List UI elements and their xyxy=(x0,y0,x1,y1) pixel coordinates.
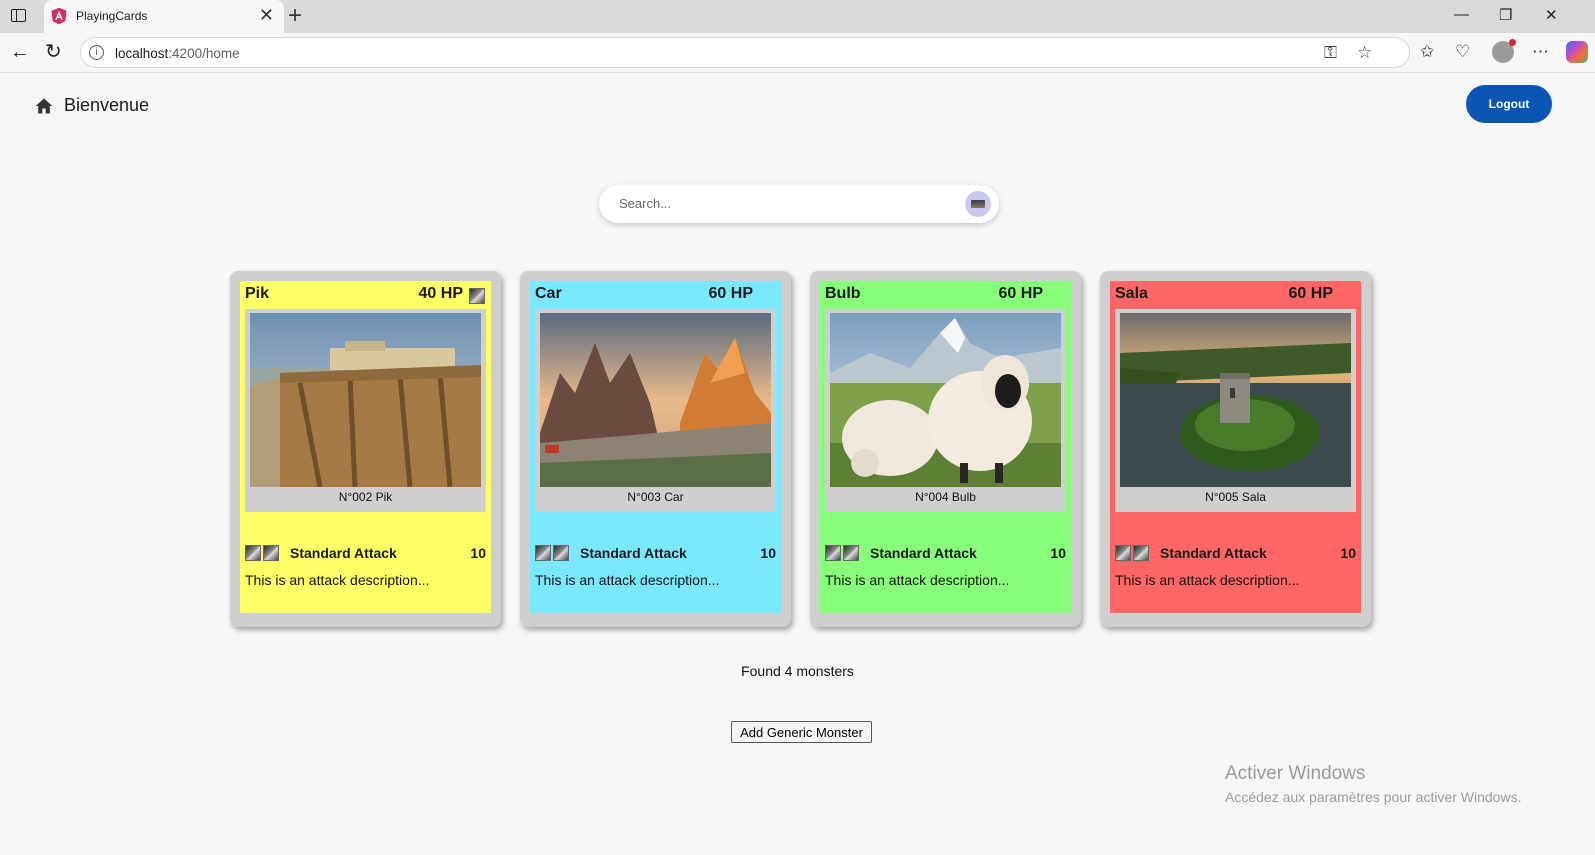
attack-energy-icons xyxy=(245,544,281,562)
image-frame: N°003 Car xyxy=(535,309,776,512)
energy-type-icon xyxy=(1115,545,1131,562)
browser-tab-bar: PlayingCards ✕ + — ❐ ✕ xyxy=(0,0,1595,33)
energy-type-icon xyxy=(535,545,551,562)
monster-number: N°004 Bulb xyxy=(915,490,976,504)
tab-playingcards[interactable]: PlayingCards ✕ xyxy=(44,0,284,33)
energy-type-icon xyxy=(843,545,859,562)
monster-hp: 60 HP xyxy=(998,285,1043,302)
attack-energy-icons xyxy=(535,544,571,562)
address-bar: ← ↻ i localhost:4200/home ⚿ ☆ ✩ ♡ ⋯ xyxy=(0,33,1595,73)
page-content: Bienvenue Logout Search... Pik 40 HP N°0… xyxy=(0,73,1595,855)
mountain-peaks-icon xyxy=(540,313,771,487)
card-body: Pik 40 HP N°002 Pik Standard Attack 10 T… xyxy=(240,281,491,613)
search-input[interactable]: Search... xyxy=(619,196,671,211)
favorite-star-icon[interactable]: ☆ xyxy=(1357,43,1372,63)
monster-hp: 40 HP xyxy=(418,285,463,302)
angular-icon xyxy=(51,7,67,25)
energy-type-icon xyxy=(1133,545,1149,562)
attack-damage: 10 xyxy=(760,545,776,561)
card-body: Car 60 HP N°003 Car Standard Attack 10 T… xyxy=(530,281,781,613)
app-header: Bienvenue xyxy=(34,95,149,116)
attack-damage: 10 xyxy=(1050,545,1066,561)
card-header: Bulb 60 HP xyxy=(825,285,1065,305)
sheep-icon xyxy=(830,313,1061,487)
add-generic-monster-button[interactable]: Add Generic Monster xyxy=(731,721,872,743)
image-frame: N°002 Pik xyxy=(245,309,486,512)
new-tab-icon[interactable]: + xyxy=(288,4,302,28)
attack-name: Standard Attack xyxy=(1160,545,1267,561)
search-bar[interactable]: Search... xyxy=(599,185,999,223)
energy-type-icon xyxy=(263,545,279,562)
attack-description: This is an attack description... xyxy=(245,572,430,588)
restore-icon[interactable]: ❐ xyxy=(1499,6,1512,24)
monster-hp: 60 HP xyxy=(1288,285,1333,302)
monster-name: Car xyxy=(535,285,562,302)
attack-description: This is an attack description... xyxy=(535,572,720,588)
minimize-icon[interactable]: — xyxy=(1454,6,1469,23)
cliff-town-icon xyxy=(250,313,481,487)
card-header: Sala 60 HP xyxy=(1115,285,1355,305)
card-body: Sala 60 HP N°005 Sala Standard Attack 10… xyxy=(1110,281,1361,613)
key-icon[interactable]: ⚿ xyxy=(1324,43,1337,63)
attack-row: Standard Attack 10 xyxy=(535,544,776,562)
logout-button[interactable]: Logout xyxy=(1466,85,1552,123)
copilot-icon[interactable] xyxy=(1566,41,1588,63)
monster-number: N°002 Pik xyxy=(338,490,393,504)
back-icon[interactable]: ← xyxy=(10,41,30,63)
card-header: Pik 40 HP xyxy=(245,285,485,305)
monster-hp: 60 HP xyxy=(708,285,753,302)
attack-damage: 10 xyxy=(1340,545,1356,561)
windows-activation-watermark: Activer Windows Accédez aux paramètres p… xyxy=(1225,763,1521,805)
island-castle-icon xyxy=(1120,313,1351,487)
monster-name: Bulb xyxy=(825,285,861,302)
close-tab-icon[interactable]: ✕ xyxy=(259,6,274,24)
attack-energy-icons xyxy=(1115,544,1151,562)
attack-name: Standard Attack xyxy=(290,545,397,561)
watermark-title: Activer Windows xyxy=(1225,763,1366,784)
url-field[interactable]: i localhost:4200/home ⚿ ☆ xyxy=(80,37,1410,68)
attack-row: Standard Attack 10 xyxy=(1115,544,1356,562)
url-text: localhost:4200/home xyxy=(115,46,240,61)
attack-description: This is an attack description... xyxy=(825,572,1010,588)
attack-energy-icons xyxy=(825,544,861,562)
attack-name: Standard Attack xyxy=(580,545,687,561)
monster-name: Pik xyxy=(245,285,270,302)
image-frame: N°004 Bulb xyxy=(825,309,1066,512)
energy-type-icon xyxy=(245,545,261,562)
refresh-icon[interactable]: ↻ xyxy=(45,41,62,63)
attack-damage: 10 xyxy=(470,545,486,561)
home-icon[interactable] xyxy=(34,96,54,116)
attack-description: This is an attack description... xyxy=(1115,572,1300,588)
energy-type-icon xyxy=(825,545,841,562)
monster-card-list: Pik 40 HP N°002 Pik Standard Attack 10 T… xyxy=(230,271,1371,627)
monster-card[interactable]: Bulb 60 HP N°004 Bulb Standard Attack 10… xyxy=(810,271,1081,627)
favorites-icon[interactable]: ✩ xyxy=(1420,42,1434,62)
monster-number: N°005 Sala xyxy=(1205,490,1266,504)
image-frame: N°005 Sala xyxy=(1115,309,1356,512)
attack-name: Standard Attack xyxy=(870,545,977,561)
page-title: Bienvenue xyxy=(64,95,150,115)
card-header: Car 60 HP xyxy=(535,285,775,305)
attack-row: Standard Attack 10 xyxy=(825,544,1066,562)
browser-essentials-icon[interactable]: ♡ xyxy=(1455,42,1470,62)
tab-title: PlayingCards xyxy=(76,9,148,23)
more-options-icon[interactable]: ⋯ xyxy=(1532,42,1549,62)
search-button-icon[interactable] xyxy=(965,191,991,217)
energy-type-icon xyxy=(469,287,485,305)
card-body: Bulb 60 HP N°004 Bulb Standard Attack 10… xyxy=(820,281,1071,613)
profile-avatar[interactable] xyxy=(1492,39,1516,63)
site-info-icon[interactable]: i xyxy=(89,45,104,60)
monster-name: Sala xyxy=(1115,285,1148,302)
monster-card[interactable]: Sala 60 HP N°005 Sala Standard Attack 10… xyxy=(1100,271,1371,627)
watermark-subtitle: Accédez aux paramètres pour activer Wind… xyxy=(1225,789,1522,805)
monster-count: Found 4 monsters xyxy=(741,663,854,679)
energy-type-icon xyxy=(553,545,569,562)
monster-number: N°003 Car xyxy=(627,490,684,504)
monster-card[interactable]: Car 60 HP N°003 Car Standard Attack 10 T… xyxy=(520,271,791,627)
close-window-icon[interactable]: ✕ xyxy=(1545,6,1558,24)
monster-card[interactable]: Pik 40 HP N°002 Pik Standard Attack 10 T… xyxy=(230,271,501,627)
attack-row: Standard Attack 10 xyxy=(245,544,486,562)
tab-actions-icon[interactable] xyxy=(11,9,26,22)
